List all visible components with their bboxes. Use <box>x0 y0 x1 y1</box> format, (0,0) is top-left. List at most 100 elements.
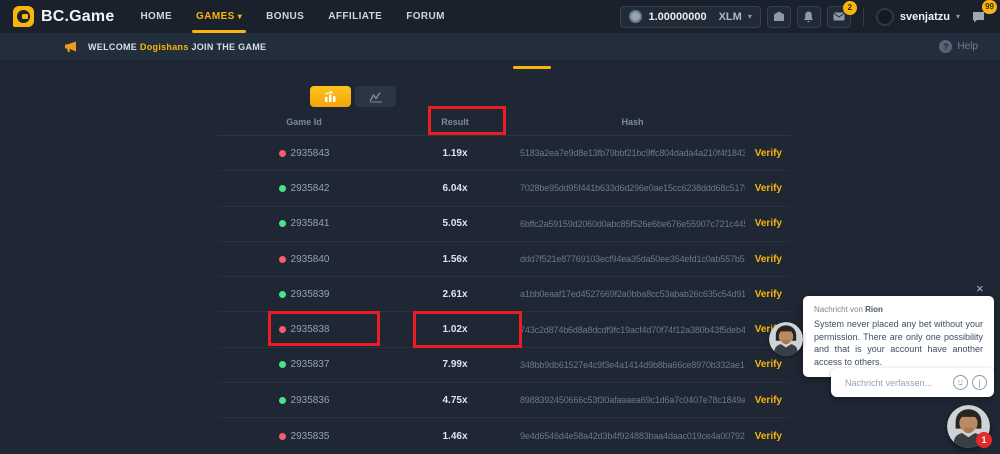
table-row[interactable]: 2935838 1.02x 743c2d874b6d8a8dcdf9fc19ac… <box>218 312 790 347</box>
status-dot <box>279 291 286 298</box>
game-id: 2935839 <box>291 289 330 300</box>
hash-value: 9e4d6546d4e58a42d3b4f924883baa4daac019ce… <box>520 431 745 441</box>
nav-item-affiliate[interactable]: AFFILIATE <box>328 0 382 33</box>
table-row[interactable]: 2935839 2.61x a1bb0eaaf17ed4527669f2a0bb… <box>218 277 790 312</box>
brand-name: BC.Game <box>41 8 114 26</box>
chat-button[interactable]: 99 <box>966 6 990 28</box>
chevron-down-icon: ▾ <box>956 12 960 21</box>
table-header-row: Game Id Result Hash <box>218 108 790 136</box>
status-dot <box>279 185 286 192</box>
hash-value: ddd7f521e87769103ecf94ea35da50ee354efd1c… <box>520 254 745 264</box>
game-id: 2935836 <box>291 395 330 406</box>
divider <box>863 8 864 26</box>
game-id-cell: 2935838 <box>218 324 390 335</box>
unread-badge: 1 <box>976 432 992 448</box>
table-row[interactable]: 2935840 1.56x ddd7f521e87769103ecf94ea35… <box>218 242 790 277</box>
chat-message-input[interactable] <box>845 378 949 388</box>
chat-badge: 99 <box>982 0 997 14</box>
nav-item-forum[interactable]: FORUM <box>406 0 445 33</box>
balance-currency: XLM <box>719 11 742 23</box>
status-dot <box>279 397 286 404</box>
column-header-result: Result <box>390 117 520 127</box>
help-button[interactable]: ? Help <box>939 40 978 53</box>
hash-value: 7028be95dd95f441b633d6d296e0ae15cc6238dd… <box>520 183 745 193</box>
result-value: 1.19x <box>390 148 520 159</box>
main-nav: HOME GAMES▾ BONUS AFFILIATE FORUM <box>140 0 444 33</box>
bar-chart-icon <box>324 91 338 103</box>
result-value: 5.05x <box>390 218 520 229</box>
verify-link[interactable]: Verify <box>745 183 790 194</box>
info-icon[interactable]: | <box>972 375 987 390</box>
chevron-down-icon: ▾ <box>748 12 752 21</box>
nav-item-home[interactable]: HOME <box>140 0 172 33</box>
chat-close-icon[interactable]: × <box>976 281 984 296</box>
game-id-cell: 2935843 <box>218 148 390 159</box>
brand-logo[interactable]: BC.Game <box>0 6 114 27</box>
table-row[interactable]: 2935842 6.04x 7028be95dd95f441b633d6d296… <box>218 171 790 206</box>
chat-message-card: Nachricht von Rion System never placed a… <box>803 296 994 377</box>
nav-item-bonus[interactable]: BONUS <box>266 0 304 33</box>
mail-badge: 2 <box>843 1 857 15</box>
verify-link[interactable]: Verify <box>745 148 790 159</box>
megaphone-icon <box>64 41 78 53</box>
result-value: 1.56x <box>390 254 520 265</box>
table-body: 2935843 1.19x 5183a2ea7e9d8e13fb79bbf21b… <box>218 136 790 454</box>
welcome-bar: WELCOME Dogishans JOIN THE GAME ? Help <box>0 33 1000 60</box>
column-header-game-id: Game Id <box>218 117 390 127</box>
nav-item-games[interactable]: GAMES▾ <box>196 0 242 33</box>
hash-value: a1bb0eaaf17ed4527669f2a0bba8cc53abab26c6… <box>520 289 745 299</box>
verify-link[interactable]: Verify <box>745 218 790 229</box>
active-tab-indicator <box>513 66 551 69</box>
wallet-icon <box>773 11 785 22</box>
game-id: 2935835 <box>291 431 330 442</box>
hash-value: 8988392450666c53f30afaaaea69c1d6a7c0407e… <box>520 395 745 405</box>
bell-icon <box>803 11 814 23</box>
chat-sender-name: Rion <box>865 305 883 314</box>
chat-launcher-avatar[interactable]: 1 <box>947 405 990 448</box>
table-row[interactable]: 2935835 1.46x 9e4d6546d4e58a42d3b4f92488… <box>218 418 790 453</box>
table-row[interactable]: 2935841 5.05x 6bffc2a59159d2060d0abc85f5… <box>218 207 790 242</box>
game-id-cell: 2935837 <box>218 359 390 370</box>
table-view-toggle[interactable] <box>310 86 351 107</box>
trend-view-toggle[interactable] <box>355 86 396 107</box>
welcome-username[interactable]: Dogishans <box>140 42 189 52</box>
result-value: 4.75x <box>390 395 520 406</box>
game-id: 2935843 <box>291 148 330 159</box>
messages-button[interactable]: 2 <box>827 6 851 28</box>
verify-link[interactable]: Verify <box>745 289 790 300</box>
notifications-button[interactable] <box>797 6 821 28</box>
hash-value: 6bffc2a59159d2060d0abc85f526e6be676e5590… <box>520 219 745 229</box>
verify-link[interactable]: Verify <box>745 431 790 442</box>
mail-icon <box>833 12 845 21</box>
balance-selector[interactable]: 1.00000000 XLM ▾ <box>620 6 760 28</box>
verify-link[interactable]: Verify <box>745 254 790 265</box>
game-id-cell: 2935842 <box>218 183 390 194</box>
table-row[interactable]: 2935836 4.75x 8988392450666c53f30afaaaea… <box>218 383 790 418</box>
status-dot <box>279 433 286 440</box>
game-id: 2935838 <box>291 324 330 335</box>
balance-amount: 1.00000000 <box>648 11 706 23</box>
wallet-button[interactable] <box>767 6 791 28</box>
chat-message-text: System never placed any bet without your… <box>814 318 983 368</box>
verify-link[interactable]: Verify <box>745 359 790 370</box>
crash-history-table: Game Id Result Hash 2935843 1.19x 5183a2… <box>218 108 790 454</box>
person-photo <box>769 322 803 356</box>
column-header-hash: Hash <box>520 117 745 127</box>
verify-link[interactable]: Verify <box>745 395 790 406</box>
hash-value: 348bb9db61527e4c9f3e4a1414d9b8ba66ce8970… <box>520 360 745 370</box>
emoji-icon[interactable] <box>953 375 968 390</box>
table-row[interactable]: 2935837 7.99x 348bb9db61527e4c9f3e4a1414… <box>218 348 790 383</box>
hash-value: 743c2d874b6d8a8dcdf9fc19acf4d70f74f12a38… <box>520 325 745 335</box>
chat-sender-line: Nachricht von Rion <box>814 305 983 314</box>
user-menu[interactable]: svenjatzu ▾ <box>876 8 960 26</box>
result-value: 2.61x <box>390 289 520 300</box>
coin-icon <box>629 10 642 23</box>
header-actions: 1.00000000 XLM ▾ 2 svenjatzu ▾ 99 <box>620 6 1000 28</box>
chat-sender-avatar[interactable] <box>769 322 803 356</box>
game-id-cell: 2935835 <box>218 431 390 442</box>
game-id-cell: 2935841 <box>218 218 390 229</box>
user-avatar <box>876 8 894 26</box>
hash-value: 5183a2ea7e9d8e13fb79bbf21bc9ffc804dada4a… <box>520 148 745 158</box>
table-row[interactable]: 2935843 1.19x 5183a2ea7e9d8e13fb79bbf21b… <box>218 136 790 171</box>
result-value: 7.99x <box>390 359 520 370</box>
